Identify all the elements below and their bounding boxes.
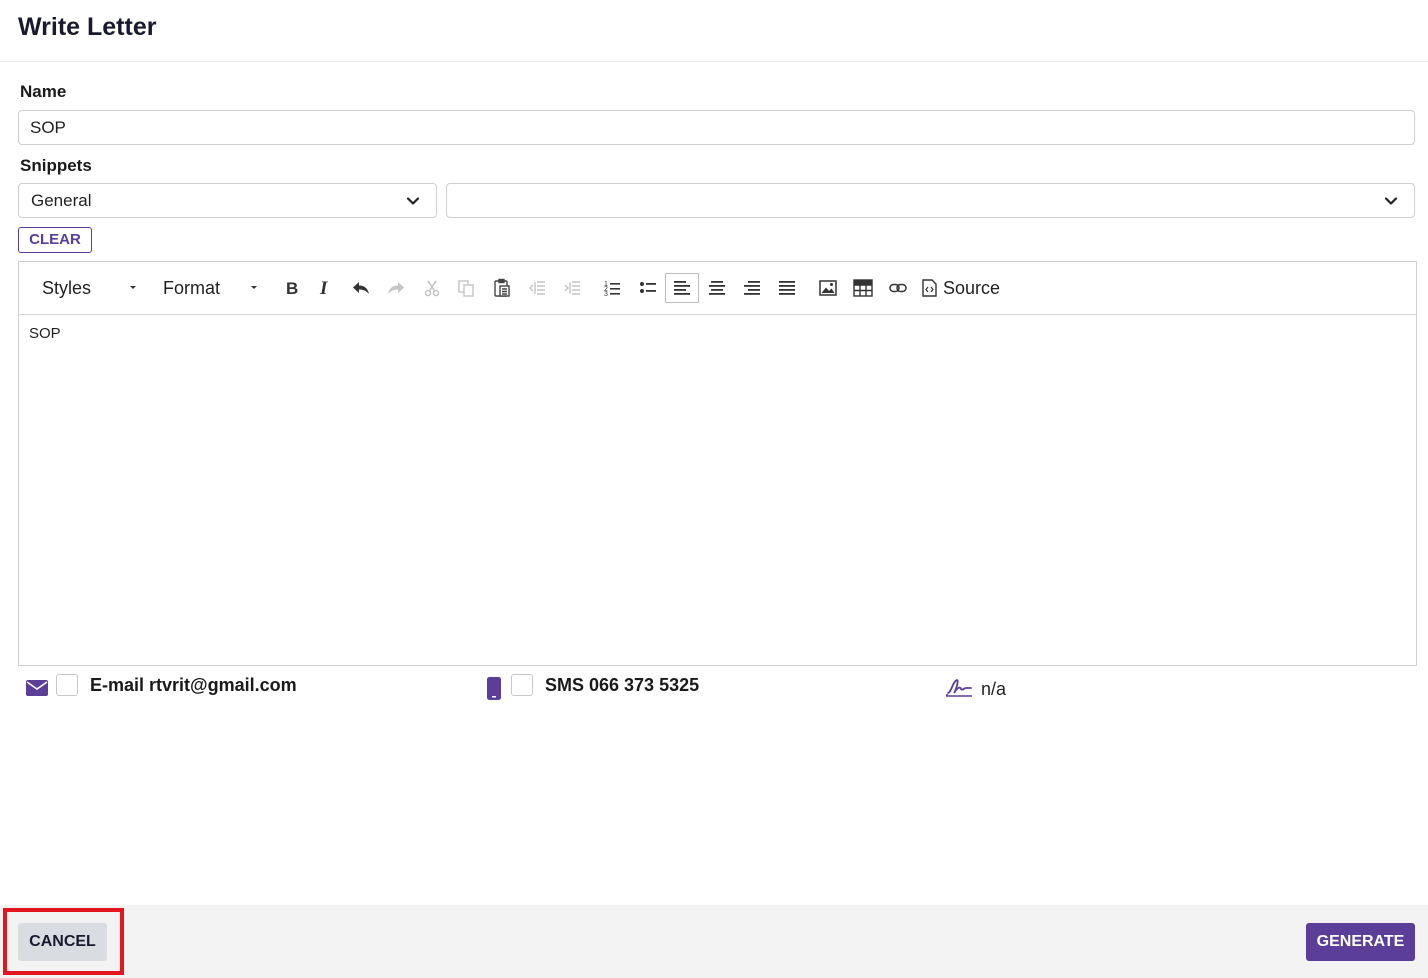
- align-center-button[interactable]: [701, 273, 733, 303]
- generate-button[interactable]: GENERATE: [1306, 923, 1415, 961]
- svg-text:3: 3: [604, 291, 608, 297]
- link-icon: [889, 283, 907, 293]
- name-input[interactable]: SOP: [18, 110, 1415, 145]
- justify-icon: [779, 281, 795, 295]
- align-left-icon: [674, 281, 690, 295]
- name-label: Name: [20, 82, 67, 101]
- align-right-icon: [744, 281, 760, 295]
- snippets-label: Snippets: [20, 156, 92, 175]
- indent-button[interactable]: [556, 273, 588, 303]
- styles-dropdown-label: Styles: [42, 278, 92, 298]
- align-right-button[interactable]: [736, 273, 768, 303]
- paste-button[interactable]: [486, 273, 518, 303]
- mobile-phone-icon: [487, 677, 501, 700]
- bold-button[interactable]: B: [276, 273, 308, 303]
- signature-icon: [946, 679, 972, 697]
- caret-down-icon: [130, 286, 136, 289]
- indent-icon: [564, 281, 580, 295]
- svg-text:I: I: [319, 279, 328, 297]
- dialog-footer: [0, 905, 1428, 978]
- copy-button[interactable]: [450, 273, 482, 303]
- align-left-button[interactable]: [665, 273, 699, 303]
- envelope-icon: [26, 680, 48, 696]
- bold-icon: B: [286, 279, 298, 297]
- clear-button[interactable]: CLEAR: [18, 227, 92, 253]
- table-button[interactable]: [847, 273, 879, 303]
- redo-icon: [388, 282, 404, 294]
- source-button-label: Source: [943, 277, 1001, 298]
- snippet-item-select[interactable]: [446, 183, 1415, 218]
- numbered-list-icon: 123: [604, 281, 620, 297]
- outdent-button[interactable]: [521, 273, 553, 303]
- highlight-box: [3, 908, 124, 975]
- image-icon: [819, 280, 837, 296]
- styles-dropdown[interactable]: Styles: [42, 275, 142, 301]
- undo-icon: [353, 282, 369, 294]
- undo-button[interactable]: [345, 273, 377, 303]
- numbered-list-button[interactable]: 123: [596, 273, 628, 303]
- sms-label: SMS 066 373 5325: [545, 675, 700, 695]
- snippet-category-value: General: [31, 191, 92, 210]
- table-icon: [853, 279, 873, 297]
- italic-button[interactable]: I: [309, 273, 341, 303]
- sms-checkbox[interactable]: [511, 674, 533, 696]
- chevron-down-icon: [406, 197, 420, 205]
- italic-icon: I: [319, 279, 328, 297]
- dialog-title: Write Letter: [18, 13, 157, 41]
- clipboard-icon: [494, 278, 510, 297]
- image-button[interactable]: [812, 273, 844, 303]
- copy-icon: [458, 280, 474, 297]
- caret-down-icon: [251, 286, 257, 289]
- dialog-header: Write Letter: [0, 0, 1428, 62]
- format-dropdown[interactable]: Format: [163, 275, 263, 301]
- chevron-down-icon: [1384, 197, 1398, 205]
- outdent-icon: [529, 281, 545, 295]
- cut-button[interactable]: [416, 273, 448, 303]
- align-center-icon: [709, 281, 725, 295]
- scissors-icon: [424, 280, 440, 297]
- signature-status: n/a: [981, 679, 1007, 699]
- svg-text:B: B: [286, 279, 298, 297]
- editor-content[interactable]: SOP: [29, 325, 61, 342]
- format-dropdown-label: Format: [163, 278, 221, 298]
- email-checkbox[interactable]: [56, 674, 78, 696]
- rich-text-editor: Styles Format B I 1 2 3 Source SOP: [18, 261, 1417, 666]
- source-code-icon: [922, 279, 937, 297]
- email-label: E-mail rtvrit@gmail.com: [90, 675, 297, 695]
- editor-toolbar: Styles Format B I 1 2 3 Source: [19, 262, 1416, 315]
- redo-button[interactable]: [380, 273, 412, 303]
- justify-button[interactable]: [771, 273, 803, 303]
- bulleted-list-icon: [640, 282, 656, 293]
- snippet-category-select[interactable]: General: [18, 183, 437, 218]
- bulleted-list-button[interactable]: [632, 273, 664, 303]
- link-button[interactable]: [882, 273, 914, 303]
- source-button[interactable]: Source: [922, 273, 1000, 303]
